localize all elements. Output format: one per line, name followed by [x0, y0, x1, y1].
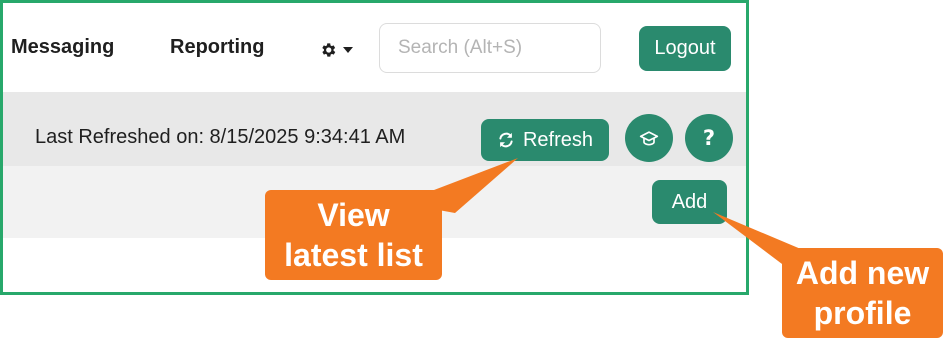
- add-callout: Add new profile: [782, 248, 943, 338]
- refresh-label: Refresh: [522, 128, 594, 151]
- learn-button[interactable]: [625, 114, 673, 162]
- last-refreshed-text: Last Refreshed on: 8/15/2025 9:34:41 AM: [35, 126, 406, 148]
- search-input[interactable]: [379, 23, 601, 73]
- add-callout-line2: profile: [813, 295, 912, 331]
- gear-icon: [322, 43, 336, 57]
- nav-messaging[interactable]: Messaging: [11, 36, 114, 59]
- settings-menu[interactable]: [319, 39, 359, 61]
- graduation-cap-icon: [639, 131, 659, 146]
- refresh-callout: View latest list: [265, 190, 442, 280]
- nav-reporting[interactable]: Reporting: [170, 36, 264, 59]
- refresh-callout-line2: latest list: [284, 237, 423, 273]
- refresh-icon: [499, 132, 513, 148]
- add-callout-line1: Add new: [795, 255, 930, 291]
- help-label: ?: [702, 126, 716, 150]
- caret-down-icon: [343, 47, 353, 53]
- logout-button[interactable]: Logout: [639, 26, 731, 71]
- refresh-button[interactable]: Refresh: [481, 119, 609, 161]
- help-button[interactable]: ?: [685, 114, 733, 162]
- add-button[interactable]: Add: [652, 180, 727, 224]
- refresh-callout-line1: View: [317, 197, 390, 233]
